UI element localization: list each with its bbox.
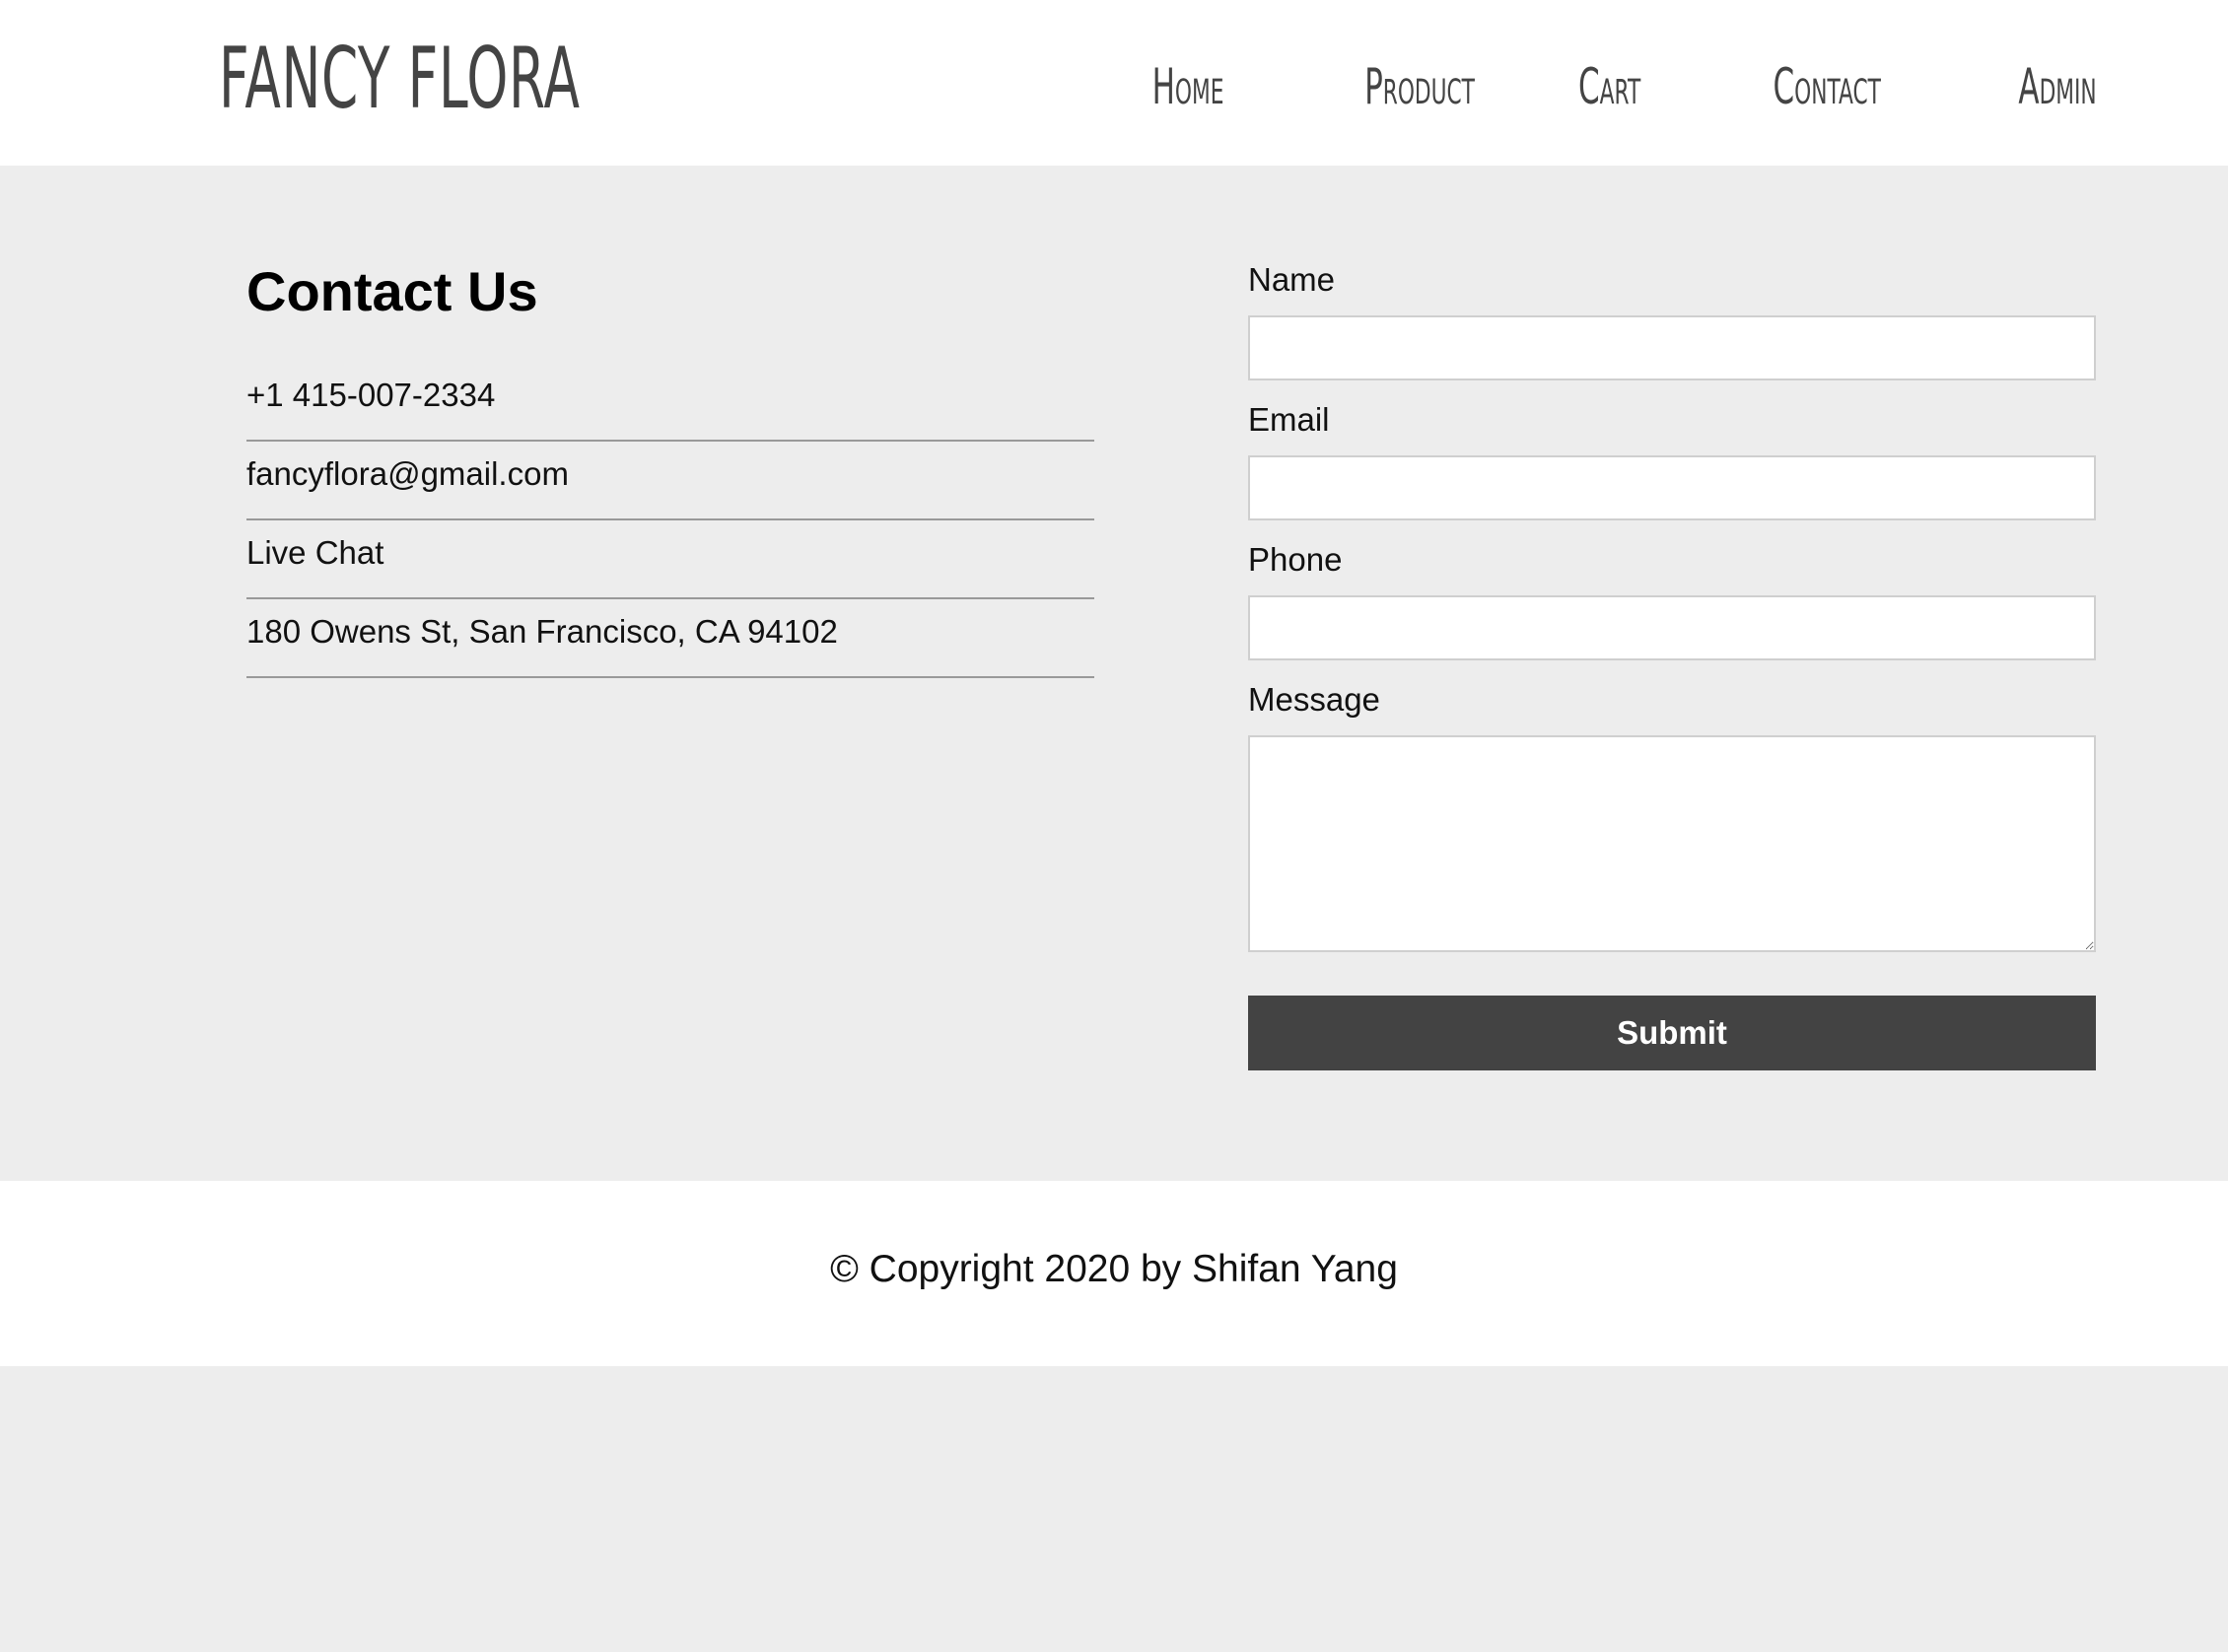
email-label: Email	[1248, 401, 1330, 438]
page-background-fill	[0, 1366, 2228, 1652]
phone-input[interactable]	[1248, 595, 2096, 660]
nav-product[interactable]: Product	[1358, 55, 1481, 118]
nav-cart[interactable]: Cart	[1578, 55, 1640, 118]
nav-admin[interactable]: Admin	[2015, 55, 2101, 118]
contact-phone: +1 415-007-2334	[246, 363, 1094, 442]
contact-email[interactable]: fancyflora@gmail.com	[246, 442, 1094, 520]
site-footer: © Copyright 2020 by Shifan Yang	[0, 1181, 2228, 1366]
copyright-text: © Copyright 2020 by Shifan Yang	[830, 1248, 1398, 1290]
contact-section: Contact Us +1 415-007-2334 fancyflora@gm…	[0, 166, 2228, 1181]
contact-live-chat[interactable]: Live Chat	[246, 520, 1094, 599]
site-logo[interactable]: FANCY FLORA	[219, 28, 581, 130]
submit-button[interactable]: Submit	[1248, 996, 2096, 1070]
nav-home[interactable]: Home	[1143, 55, 1234, 118]
contact-address: 180 Owens St, San Francisco, CA 94102	[246, 599, 1094, 678]
contact-form: Name Email Phone Message Submit	[1248, 260, 2096, 1070]
nav-contact[interactable]: Contact	[1774, 55, 1881, 118]
site-header: FANCY FLORA Home Product Cart Contact Ad…	[0, 0, 2228, 166]
phone-label: Phone	[1248, 541, 1343, 578]
name-input[interactable]	[1248, 315, 2096, 380]
message-label: Message	[1248, 681, 1380, 718]
email-input[interactable]	[1248, 455, 2096, 520]
contact-info-list: +1 415-007-2334 fancyflora@gmail.com Liv…	[246, 363, 1094, 678]
message-textarea[interactable]	[1248, 735, 2096, 952]
contact-title: Contact Us	[246, 260, 538, 322]
name-label: Name	[1248, 261, 1336, 298]
